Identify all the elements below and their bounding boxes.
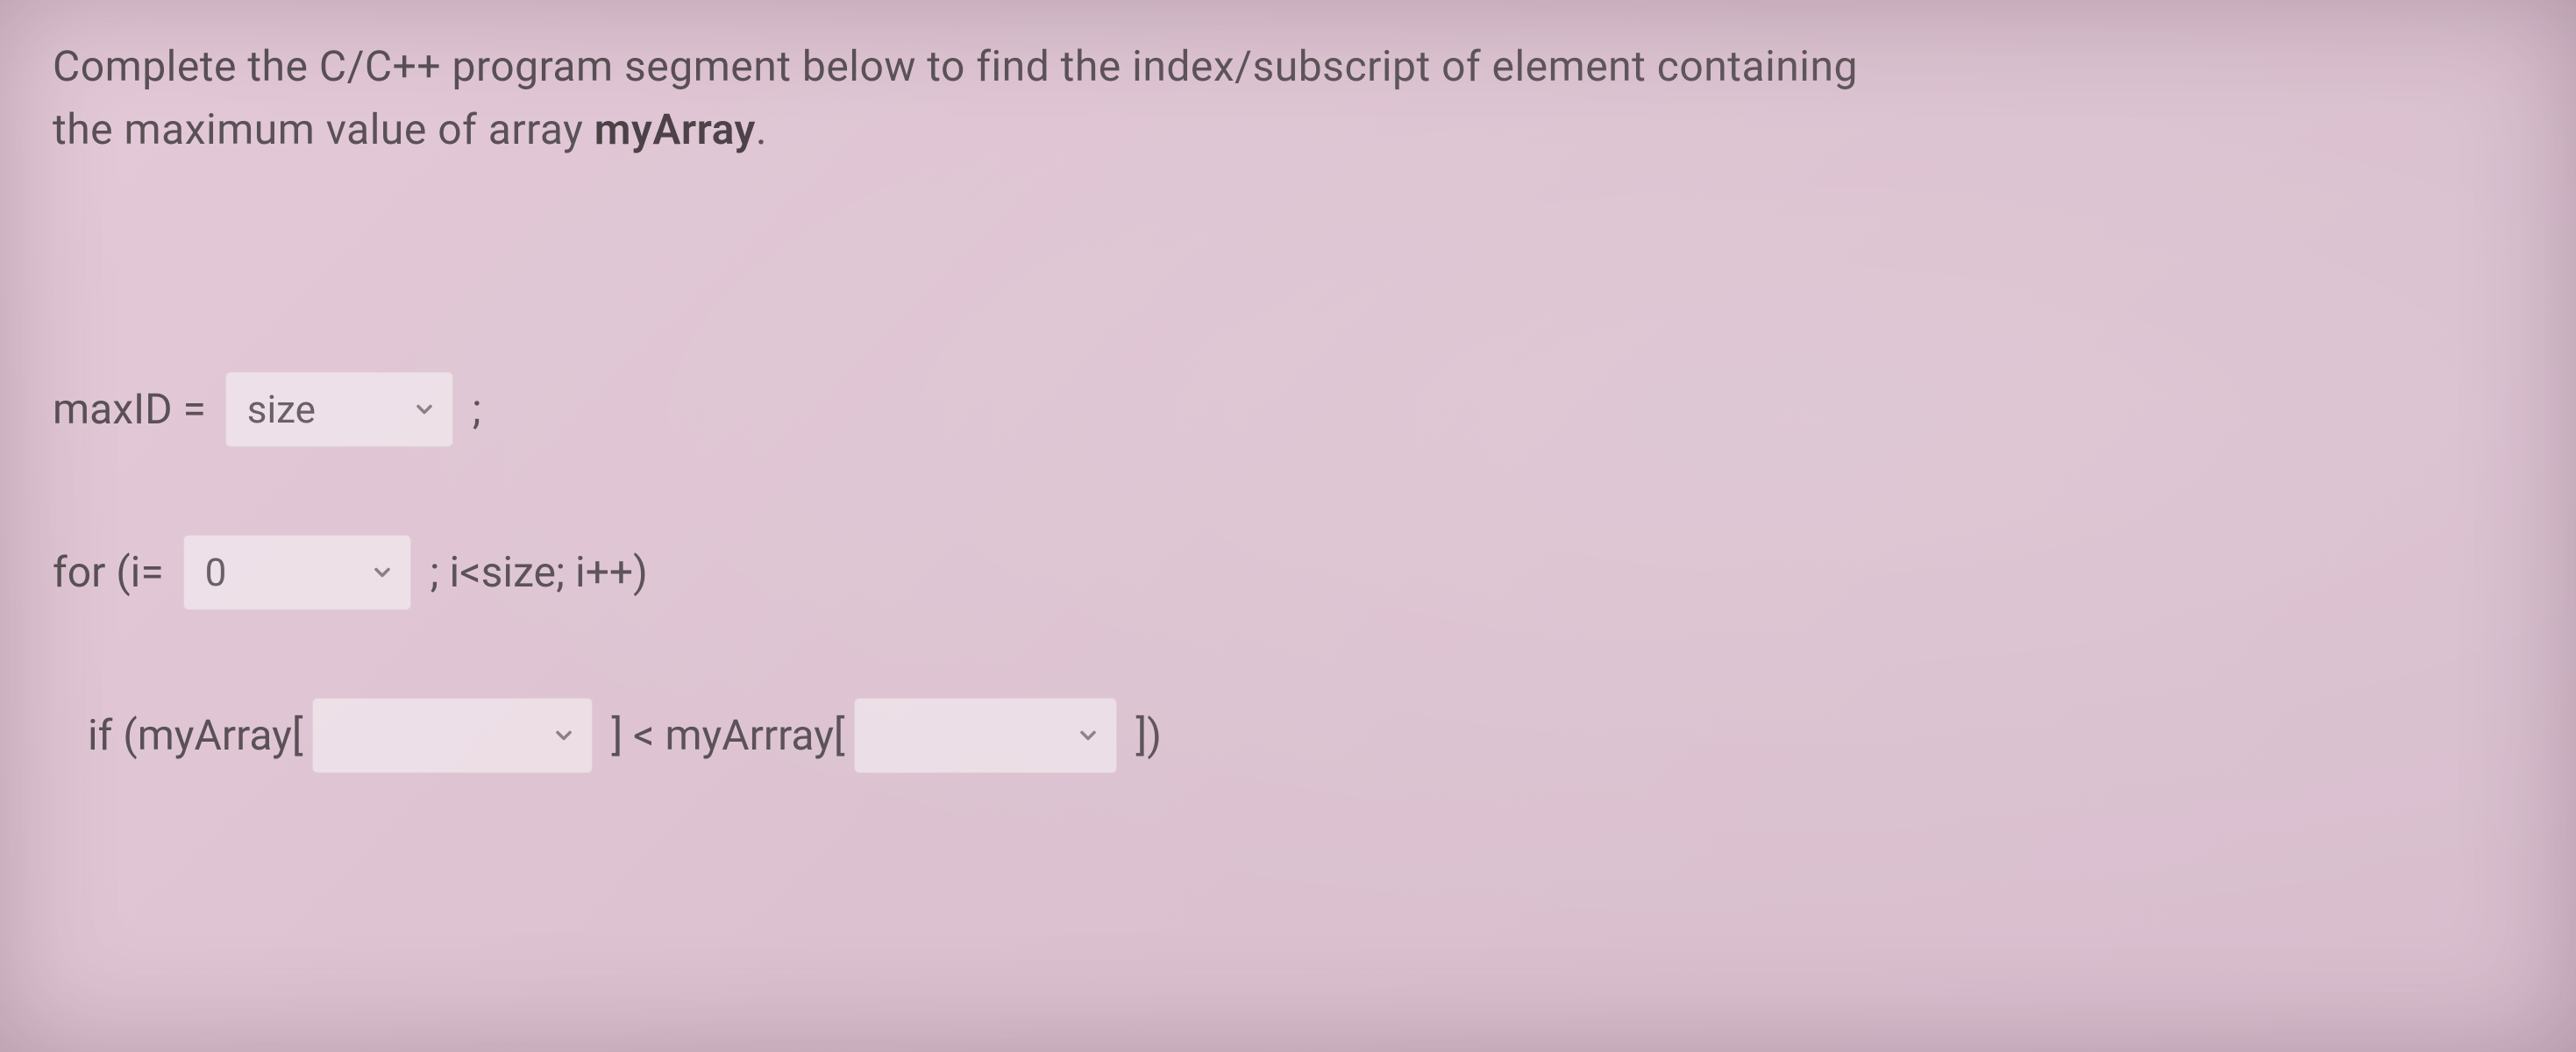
- dropdown-value: size: [247, 380, 395, 438]
- code-text-if-end: ]): [1126, 704, 1162, 767]
- question-prompt: Complete the C/C++ program segment below…: [53, 35, 2523, 161]
- code-line-2: for (i= 0 ; i<size; i++): [53, 535, 2523, 610]
- prompt-array-name: myArray: [594, 104, 756, 154]
- chevron-down-icon: [1076, 723, 1100, 748]
- code-text-for-rest: ; i<size; i++): [420, 541, 648, 604]
- code-line-3: if (myArray[ ] < myArrray[ ]): [53, 698, 2523, 773]
- question-content: Complete the C/C++ program segment below…: [0, 0, 2576, 773]
- chevron-down-icon: [412, 397, 437, 422]
- code-line-1: maxID = size ;: [53, 372, 2523, 447]
- code-text-if-mid: ] < myArrray[: [601, 704, 845, 767]
- dropdown-maxid-value[interactable]: size: [225, 372, 453, 447]
- code-text-if: if (myArray[: [88, 704, 303, 767]
- dropdown-if-index2[interactable]: [854, 698, 1117, 773]
- code-text-semicolon: ;: [462, 378, 481, 441]
- prompt-text-1: Complete the C/C++ program segment below…: [53, 41, 1858, 91]
- prompt-text-2: the maximum value of array: [53, 104, 594, 154]
- prompt-period: .: [756, 104, 767, 154]
- dropdown-for-init[interactable]: 0: [183, 535, 411, 610]
- code-text-for: for (i=: [53, 541, 174, 604]
- dropdown-if-index1[interactable]: [312, 698, 593, 773]
- code-text-maxid: maxID =: [53, 378, 217, 441]
- chevron-down-icon: [551, 723, 576, 748]
- chevron-down-icon: [370, 560, 395, 585]
- dropdown-value: 0: [205, 544, 352, 601]
